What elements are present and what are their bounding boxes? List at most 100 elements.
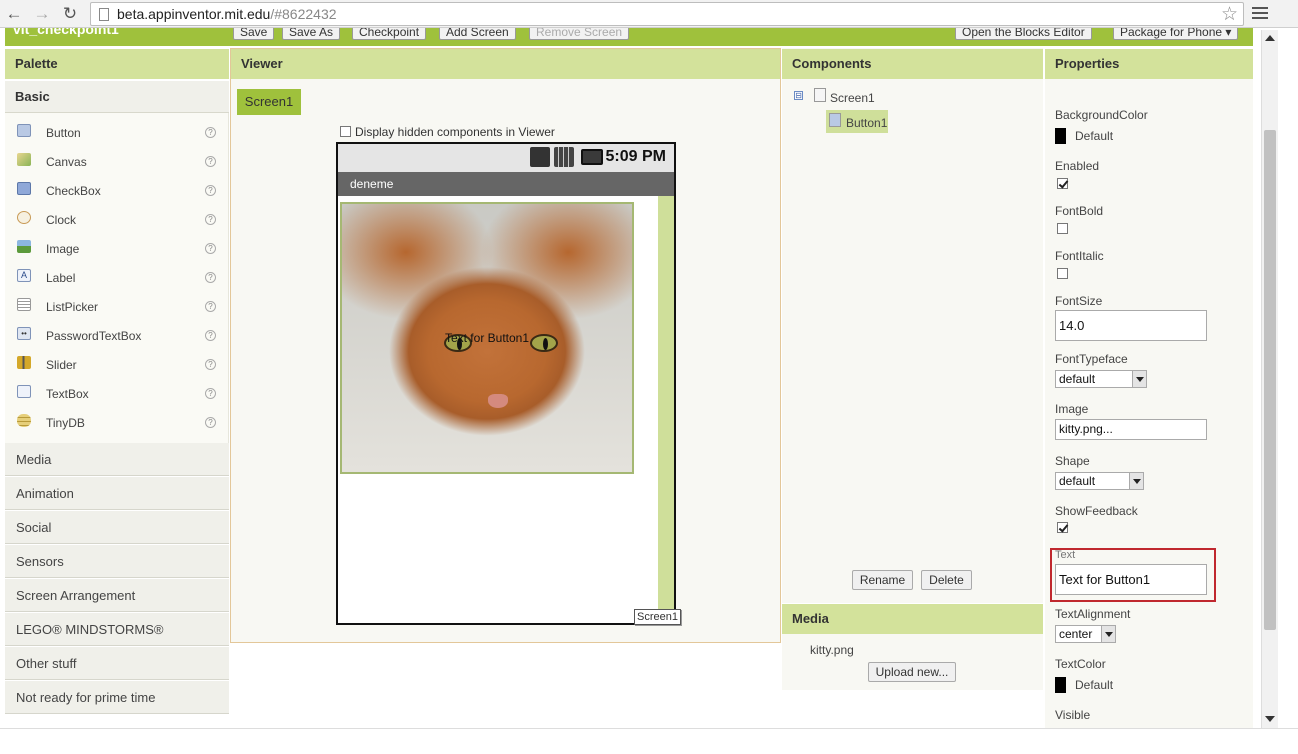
save-button[interactable]: Save — [233, 28, 275, 40]
textalignment-select[interactable]: center — [1055, 625, 1116, 643]
button-icon — [17, 124, 31, 137]
save-as-button[interactable]: Save As — [282, 28, 341, 40]
project-title: vit_checkpoint1 — [13, 28, 119, 37]
palette-item-button[interactable]: Button ? — [5, 116, 229, 145]
backgroundcolor-value[interactable]: Default — [1075, 129, 1113, 143]
display-hidden-components-row[interactable]: Display hidden components in Viewer — [340, 125, 555, 139]
text-input[interactable]: Text for Button1 — [1055, 564, 1207, 595]
prop-enabled-label: Enabled — [1055, 159, 1100, 173]
palette-item-listpicker[interactable]: ListPicker ? — [5, 290, 229, 319]
prop-showfeedback-label: ShowFeedback — [1055, 504, 1138, 518]
palette-item-tinydb[interactable]: TinyDB ? — [5, 406, 229, 435]
textcolor-swatch[interactable] — [1055, 677, 1066, 693]
open-blocks-editor-button[interactable]: Open the Blocks Editor — [955, 28, 1092, 40]
package-for-phone-button[interactable]: Package for Phone ▾ — [1113, 28, 1239, 40]
reload-icon[interactable]: ↻ — [60, 4, 80, 24]
fonttypeface-select[interactable]: default — [1055, 370, 1147, 388]
fontbold-checkbox[interactable] — [1057, 223, 1068, 234]
media-header: Media — [782, 604, 1043, 634]
forward-arrow-icon[interactable]: → — [32, 4, 52, 24]
screen-icon — [814, 88, 826, 102]
palette-category-animation[interactable]: Animation — [5, 477, 229, 510]
palette-category-media[interactable]: Media — [5, 443, 229, 476]
address-bar[interactable]: beta.appinventor.mit.edu/#8622432 ☆ — [90, 2, 1244, 26]
back-arrow-icon[interactable]: ← — [4, 4, 24, 24]
display-hidden-label: Display hidden components in Viewer — [355, 125, 555, 139]
rename-button[interactable]: Rename — [852, 570, 913, 590]
passwordtextbox-icon: •• — [17, 327, 31, 340]
components-panel — [782, 48, 1043, 603]
palette-item-label: Canvas — [46, 155, 87, 169]
button1-preview[interactable]: Text for Button1 — [340, 202, 634, 474]
backgroundcolor-swatch[interactable] — [1055, 128, 1066, 144]
media-file-kitty[interactable]: kitty.png — [810, 643, 854, 657]
fontitalic-checkbox[interactable] — [1057, 268, 1068, 279]
palette-category-sensors[interactable]: Sensors — [5, 545, 229, 578]
help-icon[interactable]: ? — [205, 330, 216, 341]
palette-basic-header[interactable]: Basic — [5, 81, 229, 113]
palette-item-clock[interactable]: Clock ? — [5, 203, 229, 232]
help-icon[interactable]: ? — [205, 417, 216, 428]
palette-item-label[interactable]: A Label ? — [5, 261, 229, 290]
palette-item-image[interactable]: Image ? — [5, 232, 229, 261]
status-time: 5:09 PM — [605, 148, 666, 165]
palette-item-checkbox[interactable]: CheckBox ? — [5, 174, 229, 203]
showfeedback-checkbox[interactable] — [1057, 522, 1068, 533]
checkpoint-button[interactable]: Checkpoint — [352, 28, 427, 40]
url-text: beta.appinventor.mit.edu/#8622432 — [117, 6, 337, 22]
bookmark-star-icon[interactable]: ☆ — [1221, 3, 1238, 26]
palette-category-social[interactable]: Social — [5, 511, 229, 544]
palette-item-textbox[interactable]: TextBox ? — [5, 377, 229, 406]
collapse-icon[interactable]: ⊟ — [794, 91, 803, 100]
remove-screen-button[interactable]: Remove Screen — [529, 28, 630, 40]
palette-category-other-stuff[interactable]: Other stuff — [5, 647, 229, 680]
network-icon — [530, 147, 550, 167]
palette-item-passwordtextbox[interactable]: •• PasswordTextBox ? — [5, 319, 229, 348]
image-picker[interactable]: kitty.png... — [1055, 419, 1207, 440]
image-icon — [17, 240, 31, 253]
help-icon[interactable]: ? — [205, 156, 216, 167]
shape-select[interactable]: default — [1055, 472, 1144, 490]
page-scrollbar[interactable] — [1261, 30, 1278, 728]
help-icon[interactable]: ? — [205, 214, 216, 225]
fontsize-input[interactable]: 14.0 — [1055, 310, 1207, 341]
browser-menu-icon[interactable] — [1252, 4, 1268, 22]
scroll-up-arrow-icon[interactable] — [1265, 35, 1275, 41]
palette-category-screen-arrangement[interactable]: Screen Arrangement — [5, 579, 229, 612]
screen1-label: Screen1 — [634, 609, 681, 625]
scroll-down-arrow-icon[interactable] — [1265, 716, 1275, 722]
page-icon — [99, 8, 109, 21]
textcolor-value[interactable]: Default — [1075, 678, 1113, 692]
help-icon[interactable]: ? — [205, 243, 216, 254]
help-icon[interactable]: ? — [205, 127, 216, 138]
slider-icon — [17, 356, 31, 369]
enabled-checkbox[interactable] — [1057, 178, 1068, 189]
dropdown-arrow-icon — [1101, 626, 1115, 642]
scrollbar-thumb[interactable] — [1264, 130, 1276, 630]
delete-button[interactable]: Delete — [921, 570, 972, 590]
screen1-tab[interactable]: Screen1 — [237, 89, 301, 115]
dropdown-arrow-icon — [1129, 473, 1143, 489]
listpicker-icon — [17, 298, 31, 311]
tree-item-screen1[interactable]: Screen1 — [830, 91, 875, 105]
help-icon[interactable]: ? — [205, 185, 216, 196]
palette-item-canvas[interactable]: Canvas ? — [5, 145, 229, 174]
help-icon[interactable]: ? — [205, 359, 216, 370]
upload-new-button[interactable]: Upload new... — [868, 662, 956, 682]
palette-item-slider[interactable]: Slider ? — [5, 348, 229, 377]
help-icon[interactable]: ? — [205, 301, 216, 312]
add-screen-button[interactable]: Add Screen — [439, 28, 516, 40]
help-icon[interactable]: ? — [205, 388, 216, 399]
help-icon[interactable]: ? — [205, 272, 216, 283]
phone-preview: 5:09 PM deneme Text for Button1 — [336, 142, 676, 625]
app-toolbar: vit_checkpoint1 Save Save As Checkpoint … — [5, 28, 1253, 46]
tree-item-button1[interactable]: Button1 — [826, 110, 888, 133]
display-hidden-checkbox[interactable] — [340, 126, 351, 137]
palette-basic-list: Button ? Canvas ? CheckBox ? Clock ? Ima… — [5, 113, 229, 443]
button-icon — [829, 113, 841, 127]
palette-category-not-ready[interactable]: Not ready for prime time — [5, 681, 229, 714]
prop-fontbold-label: FontBold — [1055, 204, 1104, 218]
palette-item-label: Clock — [46, 213, 77, 227]
prop-image-label: Image — [1055, 402, 1089, 416]
palette-category-lego-mindstorms[interactable]: LEGO® MINDSTORMS® — [5, 613, 229, 646]
